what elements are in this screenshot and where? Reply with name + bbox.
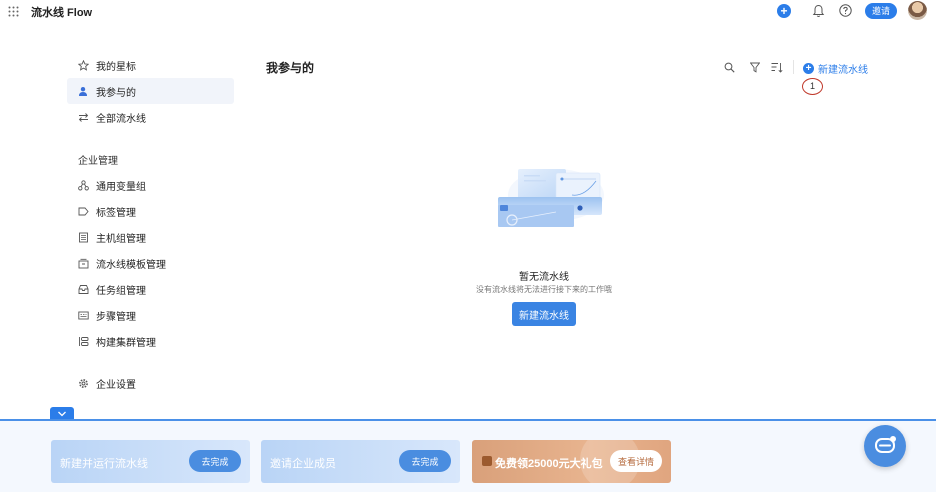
task-card-label: 新建并运行流水线 [60,458,148,470]
empty-state-title: 暂无流水线 [519,272,569,283]
sidebar-item-hosts[interactable]: 主机组管理 [67,224,234,250]
tag-icon [78,207,89,215]
sidebar-item-task-groups[interactable]: 任务组管理 [67,276,234,302]
sidebar-item-label: 我的星标 [96,61,136,73]
gift-icon [482,456,492,466]
sidebar-item-templates[interactable]: 流水线模板管理 [67,250,234,276]
create-plus-icon[interactable]: + [777,4,791,18]
sidebar-item-label: 构建集群管理 [96,337,156,349]
step-icon [78,311,89,319]
cluster-icon [79,336,89,346]
variable-icon [78,179,89,190]
sidebar-item-label: 流水线模板管理 [96,259,166,271]
user-icon [79,86,87,96]
host-icon [79,232,88,242]
promo-card-label: 免费领25000元大礼包 [495,458,603,470]
invite-button[interactable]: 邀请 [865,3,897,19]
app-grid-icon[interactable] [8,6,19,17]
sidebar-item-tags[interactable]: 标签管理 [67,198,234,224]
page-title: 我参与的 [266,61,315,75]
sidebar-item-label: 通用变量组 [96,181,146,193]
sidebar-item-label: 我参与的 [96,87,136,99]
template-icon [78,258,89,268]
filter-icon[interactable] [750,62,760,73]
sidebar-item-label: 步骤管理 [96,311,136,323]
promo-card-gift: 免费领25000元大礼包 查看详情 [472,440,671,483]
avatar[interactable] [908,1,927,20]
sidebar-item-label: 企业设置 [96,379,136,391]
empty-state-illustration [498,169,604,227]
create-pipeline-button[interactable]: 新建流水线 [512,302,576,326]
sidebar-item-participated[interactable]: 我参与的 [67,78,234,104]
sidebar-item-label: 标签管理 [96,207,136,219]
toolbar-divider [793,60,794,74]
sidebar-item-variables[interactable]: 通用变量组 [67,172,234,198]
new-pipeline-link[interactable]: + 新建流水线 [803,61,868,76]
new-pipeline-label: 新建流水线 [818,65,868,76]
sidebar-item-label: 主机组管理 [96,233,146,245]
chat-support-button[interactable] [864,425,906,467]
sidebar-item-label: 任务组管理 [96,285,146,297]
task-complete-button[interactable]: 去完成 [399,450,451,472]
gear-icon [79,378,88,388]
sidebar-item-build-clusters[interactable]: 构建集群管理 [67,328,234,354]
sidebar-item-enterprise-settings[interactable]: 企业设置 [67,370,234,396]
task-card-run-pipeline: 新建并运行流水线 去完成 [51,440,250,483]
task-card-label: 邀请企业成员 [270,458,336,470]
sidebar-item-label: 全部流水线 [96,113,146,125]
sidebar-item-steps[interactable]: 步骤管理 [67,302,234,328]
swap-icon [78,112,89,122]
step-marker: 1 [802,78,823,95]
sidebar: 我的星标 我参与的 全部流水线 企业管理 通用变量组 标签管理 主机组管理 流水… [67,52,234,396]
bell-icon[interactable] [812,4,825,18]
sidebar-item-starred[interactable]: 我的星标 [67,52,234,78]
help-icon[interactable] [839,4,852,17]
search-icon[interactable] [724,62,735,73]
task-complete-button[interactable]: 去完成 [189,450,241,472]
top-bar: 流水线 Flow + 邀请 [0,0,936,24]
task-card-invite-members: 邀请企业成员 去完成 [261,440,460,483]
plus-circle-icon: + [803,63,814,74]
app-title: 流水线 Flow [31,7,93,19]
empty-state-description: 没有流水线将无法进行接下来的工作哦 [476,285,612,294]
star-icon [78,59,89,71]
sidebar-section-title: 企业管理 [78,155,118,167]
sidebar-item-all-pipelines[interactable]: 全部流水线 [67,104,234,130]
task-group-icon [78,284,89,294]
onboarding-bar: 新建并运行流水线 去完成 邀请企业成员 去完成 免费领25000元大礼包 查看详… [0,419,936,492]
view-details-button[interactable]: 查看详情 [610,450,662,472]
sort-icon[interactable] [771,62,783,73]
chat-icon [875,436,896,453]
